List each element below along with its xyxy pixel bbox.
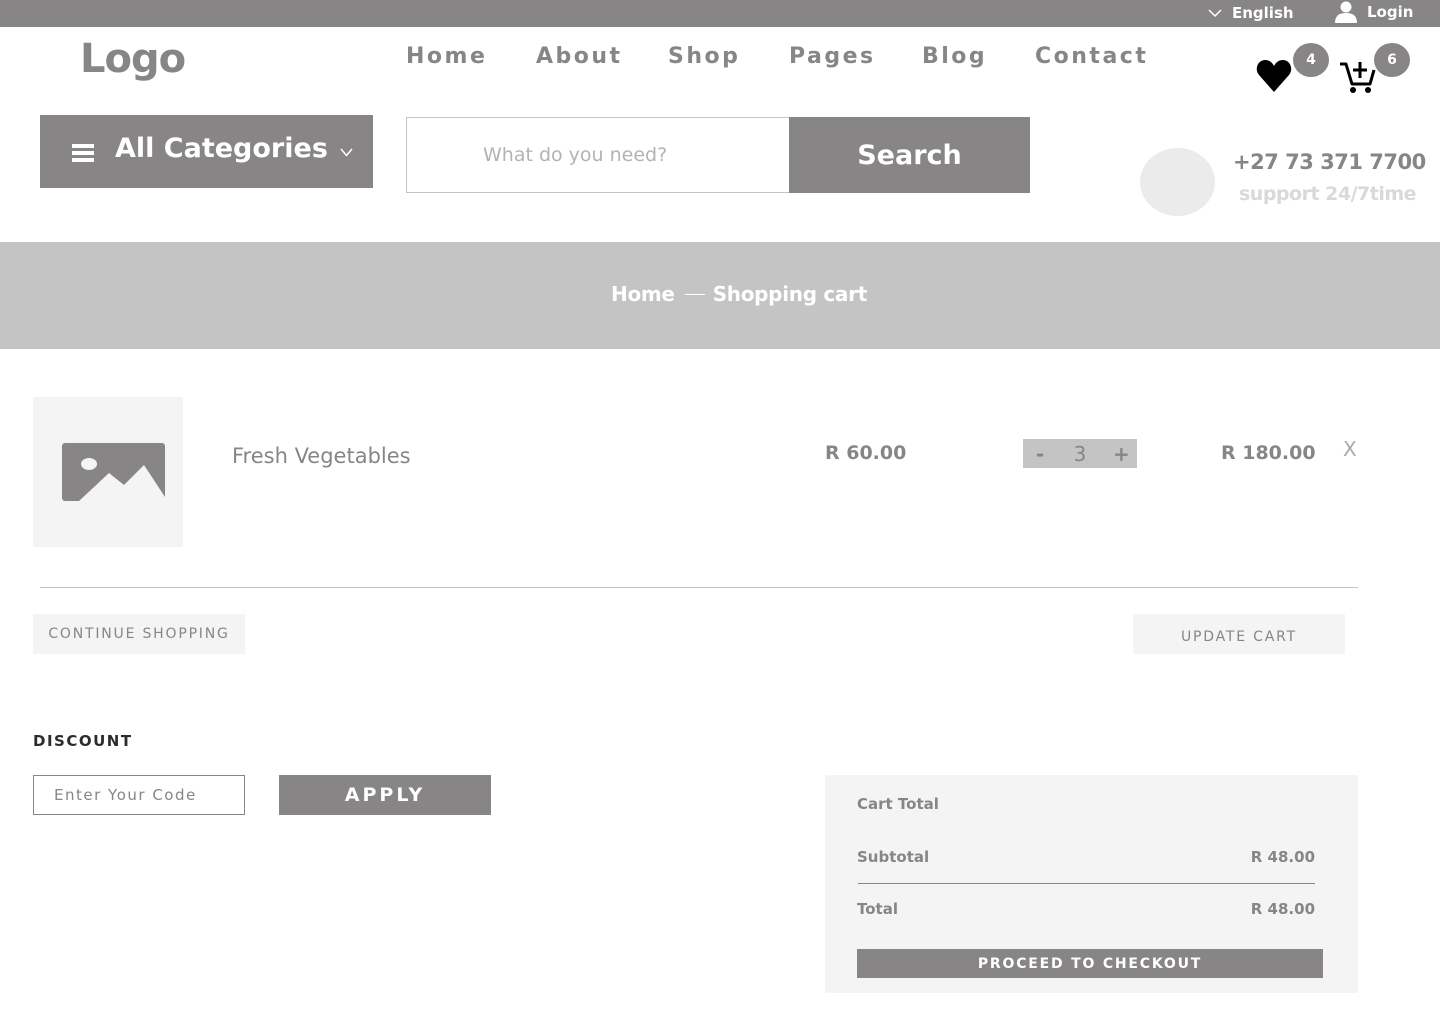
product-thumbnail[interactable] (33, 397, 183, 547)
product-price: R 60.00 (825, 442, 907, 464)
cart-total-panel: Cart Total Subtotal R 48.00 Total R 48.0… (825, 775, 1358, 993)
user-icon (1335, 1, 1357, 23)
all-categories-button[interactable]: All Categories (40, 115, 373, 188)
breadcrumb: Home Shopping cart (611, 282, 867, 306)
proceed-to-checkout-button[interactable]: PROCEED TO CHECKOUT (857, 949, 1323, 978)
search-button[interactable]: Search (789, 117, 1030, 193)
wishlist-count-badge: 4 (1293, 43, 1329, 77)
top-bar: English Login (0, 0, 1440, 27)
quantity-stepper[interactable]: - 3 + (1023, 439, 1137, 468)
contact-phone: +27 73 371 7700 (1233, 150, 1426, 174)
totals-divider (858, 883, 1315, 884)
breadcrumb-current: Shopping cart (712, 282, 868, 306)
breadcrumb-home[interactable]: Home (611, 282, 675, 306)
quantity-increase-button[interactable]: + (1113, 442, 1130, 466)
cart-count-badge: 6 (1374, 43, 1410, 77)
total-value: R 48.00 (1250, 900, 1315, 918)
image-placeholder-icon (62, 443, 165, 501)
cart-total-heading: Cart Total (857, 795, 939, 813)
nav-shop[interactable]: Shop (668, 44, 740, 69)
divider (40, 587, 1358, 588)
discount-code-input[interactable] (33, 775, 245, 815)
chevron-down-icon (1208, 8, 1222, 17)
cart-icon (1340, 62, 1376, 93)
login-link[interactable]: Login (1335, 1, 1413, 23)
nav-contact[interactable]: Contact (1035, 44, 1148, 69)
total-label: Total (857, 900, 898, 918)
language-label: English (1232, 4, 1294, 22)
nav-pages[interactable]: Pages (789, 44, 876, 69)
quantity-value[interactable]: 3 (1074, 442, 1087, 466)
contact-avatar (1140, 148, 1215, 216)
support-hours: support 24/7time (1239, 183, 1417, 205)
continue-shopping-button[interactable]: CONTINUE SHOPPING (33, 614, 245, 654)
wishlist-button[interactable] (1256, 58, 1292, 94)
search-input[interactable] (406, 117, 790, 193)
remove-item-button[interactable]: X (1343, 437, 1357, 461)
product-line-total: R 180.00 (1221, 442, 1316, 464)
heart-icon (1256, 60, 1292, 92)
update-cart-button[interactable]: UPDATE CART (1133, 614, 1345, 654)
chevron-down-icon (340, 148, 353, 157)
all-categories-label: All Categories (115, 133, 328, 164)
cart-button[interactable] (1338, 58, 1378, 94)
quantity-decrease-button[interactable]: - (1033, 442, 1047, 466)
breadcrumb-separator (684, 293, 705, 295)
login-label: Login (1367, 3, 1414, 21)
nav-home[interactable]: Home (406, 44, 487, 69)
subtotal-value: R 48.00 (1250, 848, 1315, 866)
logo[interactable]: Logo (80, 36, 186, 82)
product-name[interactable]: Fresh Vegetables (232, 444, 411, 468)
nav-about[interactable]: About (536, 44, 623, 69)
menu-icon (72, 144, 94, 162)
subtotal-label: Subtotal (857, 848, 930, 866)
nav-blog[interactable]: Blog (922, 44, 987, 69)
language-selector[interactable]: English (1208, 3, 1294, 23)
apply-discount-button[interactable]: APPLY (279, 775, 491, 815)
discount-heading: DISCOUNT (33, 732, 133, 750)
